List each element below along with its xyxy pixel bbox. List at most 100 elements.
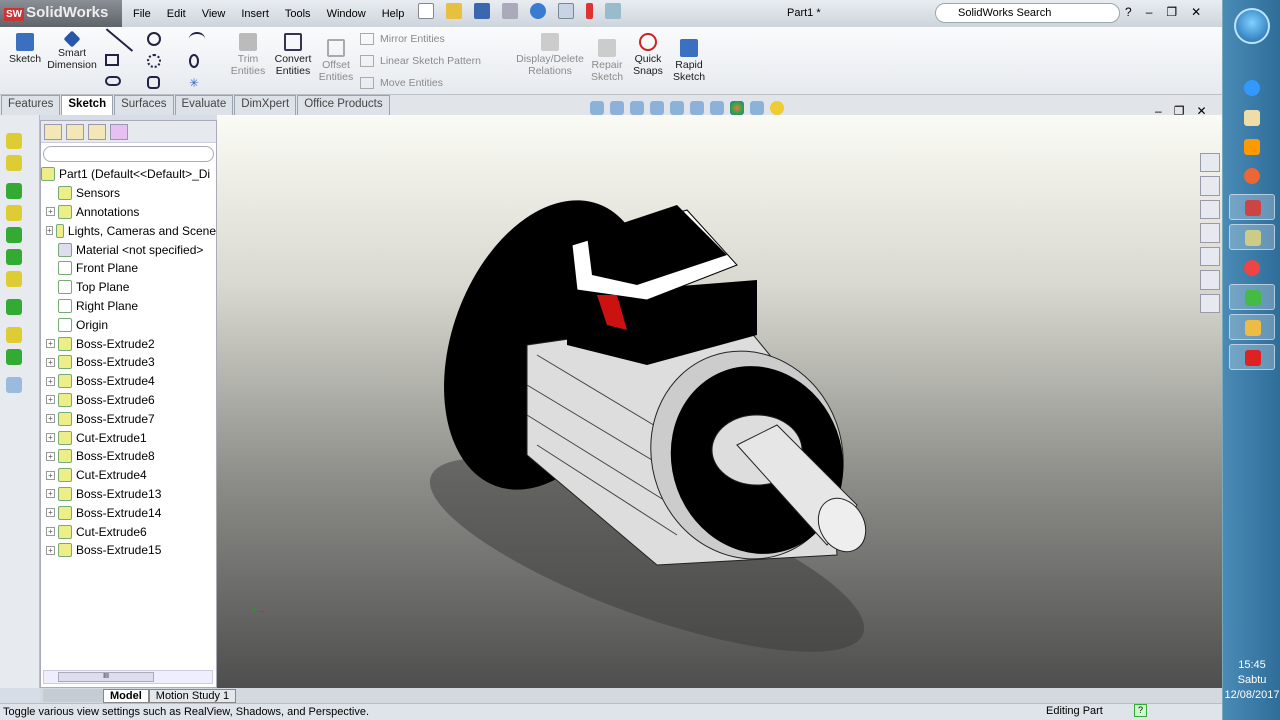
scroll-thumb[interactable]: III (58, 672, 154, 682)
file-explorer-icon[interactable] (1200, 199, 1220, 220)
tree-filter-input[interactable] (43, 146, 214, 162)
tree-item[interactable]: + Lights, Cameras and Scene (41, 221, 216, 240)
view-orientation-icon[interactable] (670, 101, 684, 115)
tree-item[interactable]: Material <not specified> (41, 240, 216, 259)
tree-item[interactable]: + Annotations (41, 203, 216, 222)
new-document-icon[interactable] (418, 3, 434, 19)
toolbar-icon[interactable] (6, 183, 22, 199)
tree-item[interactable]: Top Plane (41, 278, 216, 297)
tab-sketch[interactable]: Sketch (61, 95, 114, 115)
taskbar-app[interactable] (1229, 314, 1275, 340)
trim-entities-button[interactable]: Trim Entities (228, 33, 268, 77)
sketch-button[interactable]: Sketch (6, 33, 44, 65)
expand-icon[interactable]: + (46, 357, 55, 367)
tab-features[interactable]: Features (1, 95, 61, 115)
tree-root[interactable]: Part1 (Default<<Default>_Di (41, 165, 216, 184)
minimize-icon[interactable]: – (1146, 5, 1153, 19)
tree-item[interactable]: + Boss-Extrude15 (41, 541, 216, 560)
expand-icon[interactable]: + (46, 470, 55, 480)
resources-icon[interactable] (1200, 153, 1220, 173)
taskbar-app[interactable] (1229, 224, 1275, 250)
tree-item[interactable]: + Boss-Extrude7 (41, 409, 216, 428)
expand-icon[interactable]: + (46, 527, 55, 537)
tab-office-products[interactable]: Office Products (297, 95, 390, 115)
move-entities-button[interactable]: Move Entities (360, 77, 443, 89)
toolbar-icon[interactable] (6, 327, 22, 343)
tab-motion-study-1[interactable]: Motion Study 1 (148, 688, 237, 703)
tree-item[interactable]: + Boss-Extrude14 (41, 503, 216, 522)
taskbar-app[interactable] (1229, 284, 1275, 310)
feature-tree-tab-icon[interactable] (44, 124, 62, 140)
point-icon[interactable]: ✳ (189, 76, 223, 90)
dimxpert-manager-tab-icon[interactable] (110, 124, 128, 140)
open-icon[interactable] (446, 3, 462, 19)
smart-dimension-button[interactable]: Smart Dimension (46, 30, 98, 71)
tree-item[interactable]: + Boss-Extrude4 (41, 372, 216, 391)
expand-icon[interactable]: + (46, 433, 55, 443)
menu-window[interactable]: Window (319, 8, 374, 20)
doc-restore-icon[interactable]: ❐ (1174, 104, 1185, 118)
graphics-viewport[interactable]: ↑→ (217, 115, 1222, 688)
tree-item[interactable]: + Boss-Extrude2 (41, 334, 216, 353)
system-clock[interactable]: 15:45 Sabtu 12/08/2017 (1223, 658, 1280, 703)
menu-insert[interactable]: Insert (233, 8, 277, 20)
previous-view-icon[interactable] (630, 101, 644, 115)
taskbar-solidworks[interactable] (1229, 344, 1275, 370)
zoom-to-area-icon[interactable] (610, 101, 624, 115)
toolbar-icon[interactable] (6, 155, 22, 171)
toolbar-icon[interactable] (6, 299, 22, 315)
ellipse-icon[interactable] (189, 54, 199, 68)
offset-entities-button[interactable]: Offset Entities (316, 39, 356, 83)
expand-icon[interactable]: + (46, 207, 55, 217)
tab-model[interactable]: Model (103, 688, 149, 703)
expand-icon[interactable]: + (46, 226, 53, 236)
circle-icon[interactable] (147, 32, 161, 46)
menu-help[interactable]: Help (374, 8, 413, 20)
tab-evaluate[interactable]: Evaluate (174, 95, 234, 115)
menu-edit[interactable]: Edit (159, 8, 194, 20)
hide-show-icon[interactable] (710, 101, 724, 115)
toolbar-icon[interactable] (6, 271, 22, 287)
toolbar-icon[interactable] (6, 249, 22, 265)
spline-icon[interactable] (189, 32, 205, 46)
toolbar-icon[interactable] (6, 133, 22, 149)
arc-icon[interactable] (147, 54, 161, 68)
select-icon[interactable] (558, 3, 574, 19)
tree-item[interactable]: + Cut-Extrude4 (41, 466, 216, 485)
print-icon[interactable] (502, 3, 518, 19)
display-delete-relations-button[interactable]: Display/Delete Relations (516, 33, 584, 77)
line-icon[interactable] (105, 22, 139, 52)
section-view-icon[interactable] (650, 101, 664, 115)
mirror-entities-button[interactable]: Mirror Entities (360, 33, 445, 45)
toolbar-icon[interactable] (6, 349, 22, 365)
configuration-manager-tab-icon[interactable] (88, 124, 106, 140)
taskbar-ie[interactable] (1229, 75, 1275, 101)
tree-item[interactable]: + Boss-Extrude8 (41, 447, 216, 466)
expand-icon[interactable]: + (46, 508, 55, 518)
options-icon[interactable] (605, 3, 621, 19)
expand-icon[interactable]: + (46, 545, 55, 555)
tree-item[interactable]: + Boss-Extrude3 (41, 353, 216, 372)
taskbar-app[interactable] (1229, 194, 1275, 220)
tree-horizontal-scrollbar[interactable]: III (43, 670, 213, 684)
menu-view[interactable]: View (194, 8, 234, 20)
tree-item[interactable]: + Cut-Extrude1 (41, 428, 216, 447)
taskbar-firefox[interactable] (1229, 163, 1275, 189)
save-icon[interactable] (474, 3, 490, 19)
rapid-sketch-button[interactable]: Rapid Sketch (670, 39, 708, 83)
menu-file[interactable]: File (125, 8, 159, 20)
doc-close-icon[interactable]: ✕ (1196, 104, 1206, 118)
linear-sketch-pattern-button[interactable]: Linear Sketch Pattern (360, 55, 481, 67)
property-manager-tab-icon[interactable] (66, 124, 84, 140)
quick-tips-icon[interactable]: ? (1134, 704, 1147, 717)
view-settings-icon[interactable] (770, 101, 784, 115)
tree-item[interactable]: Front Plane (41, 259, 216, 278)
toolbar-icon[interactable] (6, 377, 22, 393)
tree-item[interactable]: + Boss-Extrude6 (41, 391, 216, 410)
design-library-icon[interactable] (1200, 176, 1220, 196)
expand-icon[interactable]: + (46, 489, 55, 499)
slot-icon[interactable] (105, 76, 121, 86)
convert-entities-button[interactable]: Convert Entities (272, 33, 314, 77)
tree-item[interactable]: + Boss-Extrude13 (41, 485, 216, 504)
polygon-icon[interactable] (147, 76, 160, 89)
